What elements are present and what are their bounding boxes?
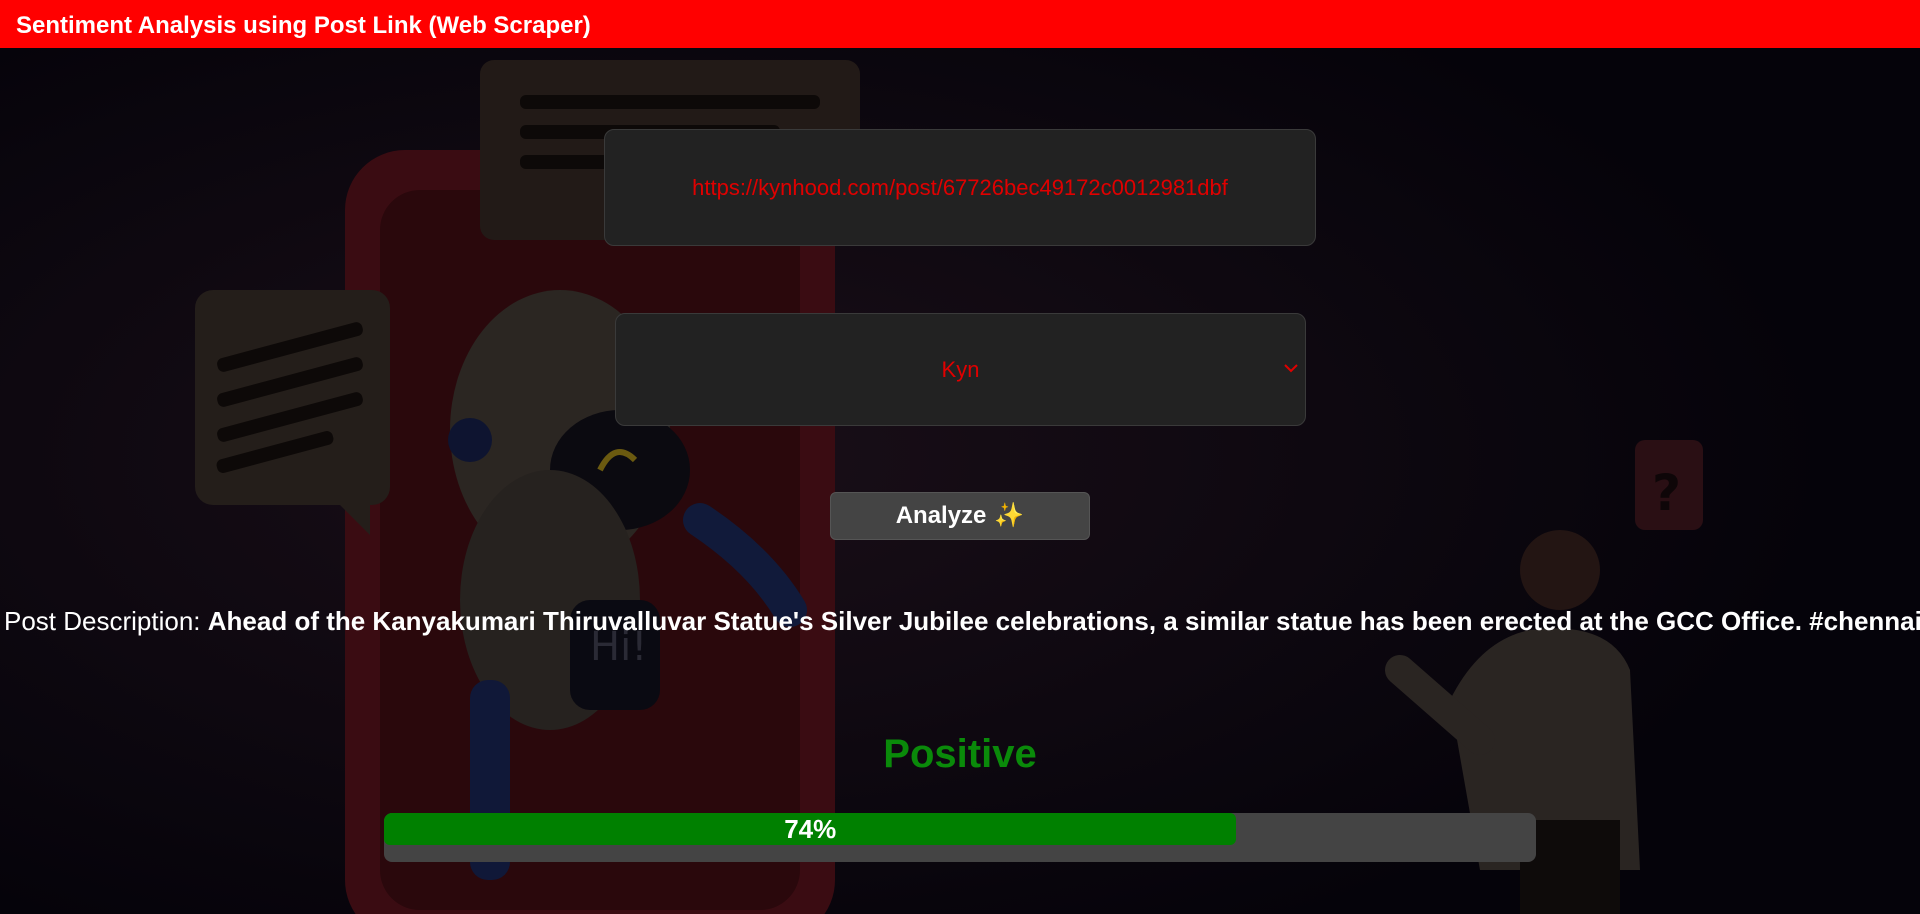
confidence-percent-label: 74% (784, 814, 837, 844)
header-bar: Sentiment Analysis using Post Link (Web … (0, 0, 1920, 48)
platform-select-value: Kyn (941, 357, 980, 382)
platform-select[interactable]: Kyn (615, 313, 1306, 426)
sparkles-icon: ✨ (994, 502, 1025, 529)
sentiment-result: Positive (883, 732, 1037, 776)
post-description-text: Ahead of the Kanyakumari Thiruvalluvar S… (207, 606, 1920, 636)
svg-text:?: ? (1652, 464, 1681, 522)
post-url-input[interactable] (604, 129, 1316, 246)
confidence-progress-bar: 74% (384, 813, 1536, 862)
post-description: Post Description: Ahead of the Kanyakuma… (4, 606, 1920, 636)
chevron-down-icon (1284, 364, 1298, 373)
analyze-button-label: Analyze (895, 502, 987, 529)
post-description-label: Post Description: (4, 606, 201, 636)
analyze-button[interactable]: Analyze ✨ (830, 492, 1090, 540)
app-title: Sentiment Analysis using Post Link (Web … (16, 12, 591, 39)
